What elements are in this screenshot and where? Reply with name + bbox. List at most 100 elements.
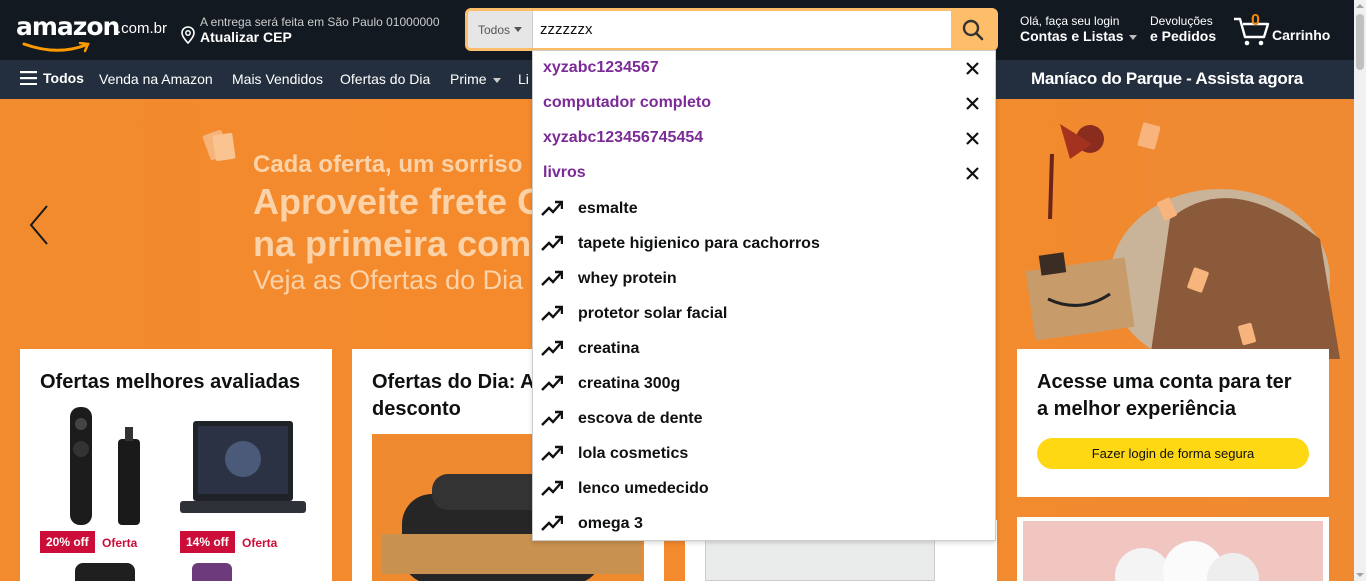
nav-best-sellers[interactable]: Mais Vendidos — [232, 71, 323, 87]
trending-search-item[interactable]: whey protein — [533, 261, 995, 296]
trending-icon — [541, 480, 563, 496]
trending-icon — [541, 375, 563, 391]
hero-illustration — [1025, 99, 1354, 359]
scroll-up-arrow-icon[interactable] — [1356, 2, 1364, 10]
remove-icon[interactable] — [965, 131, 980, 146]
book-image[interactable] — [705, 538, 935, 581]
trending-search-item[interactable]: creatina 300g — [533, 366, 995, 401]
returns-orders-link[interactable]: Devoluções e Pedidos — [1150, 14, 1216, 44]
scroll-down-arrow-icon[interactable] — [1356, 571, 1364, 579]
carousel-prev-arrow-icon[interactable] — [28, 204, 50, 246]
laptop-image — [180, 421, 306, 513]
trending-icon — [541, 410, 563, 426]
recent-search-item[interactable]: xyzabc1234567 — [533, 51, 995, 86]
search-input[interactable] — [536, 11, 951, 48]
caret-down-icon — [493, 77, 502, 83]
trending-search-item[interactable]: protetor solar facial — [533, 296, 995, 331]
suggestion-text: escova de dente — [578, 410, 703, 427]
recent-search-item[interactable]: livros — [533, 156, 995, 191]
search-category-label: Todos — [477, 22, 511, 37]
suggestion-text: xyzabc1234567 — [543, 59, 659, 76]
nav-todays-deals[interactable]: Ofertas do Dia — [340, 71, 430, 87]
search-submit-button[interactable] — [951, 11, 995, 48]
suggestion-text: lenco umedecido — [578, 480, 709, 497]
nav-sell-on-amazon[interactable]: Venda na Amazon — [99, 71, 213, 87]
suggestion-text: esmalte — [578, 200, 638, 217]
suggestion-text: creatina 300g — [578, 375, 681, 392]
account-greeting: Olá, faça seu login — [1020, 14, 1120, 28]
suggestion-text: omega 3 — [578, 515, 643, 532]
update-zip-link[interactable]: Atualizar CEP — [200, 29, 292, 45]
delivery-location[interactable]: A entrega será feita em São Paulo 010000… — [181, 13, 451, 49]
remove-icon[interactable] — [965, 61, 980, 76]
trending-icon — [541, 445, 563, 461]
trending-icon — [541, 235, 563, 251]
suggestion-text: xyzabc123456745454 — [543, 129, 704, 146]
account-menu[interactable]: Olá, faça seu login Contas e Listas — [1020, 14, 1138, 44]
card-promo — [1017, 517, 1329, 581]
promo-image[interactable] — [1023, 521, 1323, 581]
trending-search-item[interactable]: esmalte — [533, 191, 995, 226]
trending-icon — [541, 340, 563, 356]
product-thumbnail[interactable] — [75, 563, 135, 581]
suggestion-text: whey protein — [578, 270, 677, 287]
bulbs-image — [1115, 541, 1259, 581]
caret-down-icon — [514, 27, 523, 32]
suggestion-text: tapete higienico para cachorros — [578, 235, 820, 252]
deal-badge: 20% off — [40, 531, 95, 553]
nav-prime[interactable]: Prime — [450, 71, 502, 87]
product-laptop[interactable] — [178, 419, 318, 529]
hero-headline-1: Cada oferta, um sorriso — [253, 151, 523, 178]
product-fire-tv-stick[interactable] — [40, 404, 170, 529]
trending-search-item[interactable]: omega 3 — [533, 506, 995, 541]
card-title-line2: desconto — [372, 398, 461, 420]
deal-label: Oferta — [242, 536, 278, 550]
trending-search-item[interactable]: tapete higienico para cachorros — [533, 226, 995, 261]
logo-text: amazon — [16, 12, 120, 41]
search-bar: Todos — [465, 8, 998, 51]
trending-icon — [541, 515, 563, 531]
card-title-line1: Ofertas do Dia: A — [372, 371, 535, 393]
product-thumbnail[interactable] — [192, 563, 232, 581]
cart-label: Carrinho — [1272, 27, 1331, 43]
search-category-dropdown[interactable]: Todos — [468, 11, 533, 48]
recent-search-item[interactable]: computador completo — [533, 86, 995, 121]
fire-tv-stick-image — [70, 407, 140, 525]
location-pin-icon — [181, 26, 195, 44]
recent-search-item[interactable]: xyzabc123456745454 — [533, 121, 995, 156]
nav-promo-link[interactable]: Maníaco do Parque - Assista agora — [1031, 69, 1303, 89]
amazon-logo[interactable]: amazon .com.br — [16, 12, 168, 53]
suggestion-text: computador completo — [543, 94, 712, 111]
trending-search-item[interactable]: lola cosmetics — [533, 436, 995, 471]
trending-icon — [541, 200, 563, 216]
card-title-line2: a melhor experiência — [1037, 398, 1236, 420]
trending-search-item[interactable]: lenco umedecido — [533, 471, 995, 506]
deal-label: Oferta — [102, 536, 138, 550]
card-top-rated-deals: Ofertas melhores avaliadas 20% off Ofert… — [20, 349, 332, 581]
search-suggestions-dropdown: xyzabc1234567 computador completo xyzabc… — [532, 50, 996, 541]
card-sign-in: Acesse uma conta para ter a melhor exper… — [1017, 349, 1329, 497]
nav-books[interactable]: Li — [518, 71, 529, 87]
returns-line2: e Pedidos — [1150, 28, 1217, 44]
trending-icon — [541, 270, 563, 286]
sign-in-button[interactable]: Fazer login de forma segura — [1037, 438, 1309, 469]
card-title-line1: Acesse uma conta para ter — [1037, 371, 1292, 393]
suggestion-text: protetor solar facial — [578, 305, 728, 322]
remove-icon[interactable] — [965, 166, 980, 181]
trending-search-item[interactable]: escova de dente — [533, 401, 995, 436]
card-title: Acesse uma conta para ter a melhor exper… — [1037, 369, 1292, 423]
trending-search-item[interactable]: creatina — [533, 331, 995, 366]
deal-badge: 14% off — [180, 531, 235, 553]
nav-all-menu[interactable]: Todos — [20, 70, 84, 86]
returns-line1: Devoluções — [1150, 14, 1213, 28]
account-lists-label: Contas e Listas — [1020, 28, 1138, 44]
cart-count: 0 — [1251, 12, 1260, 29]
cart-button[interactable]: 0 Carrinho — [1232, 12, 1342, 48]
logo-suffix: .com.br — [117, 20, 168, 37]
hamburger-menu-icon — [20, 71, 37, 85]
scroll-thumb[interactable] — [1356, 14, 1364, 70]
remove-icon[interactable] — [965, 96, 980, 111]
smile-arrow-icon — [22, 42, 90, 53]
search-icon — [962, 19, 984, 40]
page-scrollbar[interactable] — [1354, 0, 1366, 581]
